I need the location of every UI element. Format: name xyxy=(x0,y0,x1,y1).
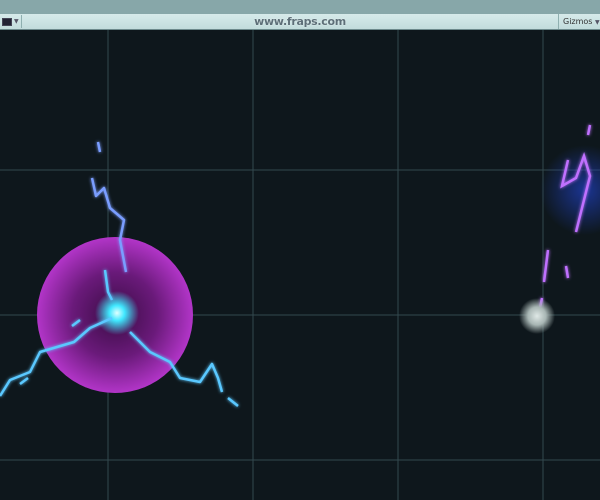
gizmos-dropdown[interactable]: Gizmos ▼ xyxy=(558,14,600,29)
scene-toolbar: ▼ www.fraps.com Gizmos ▼ xyxy=(0,14,600,30)
window-title-bar xyxy=(0,0,600,14)
lightning-secondary-effect xyxy=(519,124,600,334)
fraps-watermark: www.fraps.com xyxy=(254,15,346,28)
chevron-down-icon: ▼ xyxy=(595,19,600,26)
scene-view[interactable] xyxy=(0,30,600,500)
lightning-orb-effect xyxy=(0,141,239,407)
gizmos-label: Gizmos xyxy=(563,17,593,26)
